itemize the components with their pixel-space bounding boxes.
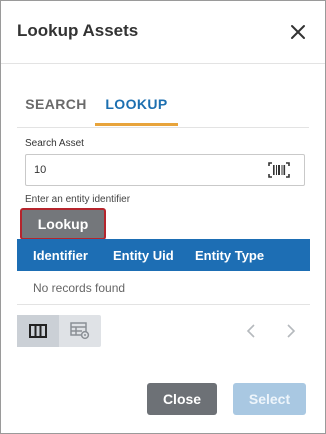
table-settings-icon[interactable] (59, 315, 101, 347)
select-button[interactable]: Select (233, 383, 306, 415)
lookup-button[interactable]: Lookup (20, 208, 106, 240)
dialog-title: Lookup Assets (17, 21, 139, 40)
search-asset-label: Search Asset (25, 138, 84, 149)
helper-text: Enter an entity identifier (25, 194, 131, 205)
barcode-scan-icon[interactable] (268, 162, 290, 178)
lookup-assets-dialog: Lookup Assets SEARCH LOOKUP Search Asset… (0, 0, 326, 434)
column-view-icon[interactable] (17, 315, 59, 347)
search-asset-input[interactable]: 10 (25, 154, 305, 186)
tab-search[interactable]: SEARCH (17, 89, 95, 125)
empty-message: No records found (33, 281, 126, 295)
view-toggle (17, 315, 101, 347)
results-table-header: Identifier Entity Uid Entity Type (17, 239, 310, 271)
chevron-right-icon[interactable] (281, 321, 301, 341)
column-header-entity-type[interactable]: Entity Type (195, 248, 264, 263)
tab-lookup[interactable]: LOOKUP (95, 89, 178, 126)
column-header-identifier[interactable]: Identifier (33, 248, 88, 263)
search-asset-value: 10 (34, 164, 47, 176)
column-header-entity-uid[interactable]: Entity Uid (113, 248, 174, 263)
header-divider (1, 63, 325, 64)
close-button[interactable]: Close (147, 383, 217, 415)
chevron-left-icon[interactable] (241, 321, 261, 341)
close-icon[interactable] (289, 23, 307, 41)
tab-bar: SEARCH LOOKUP (17, 89, 309, 128)
table-empty-row: No records found (17, 271, 310, 305)
